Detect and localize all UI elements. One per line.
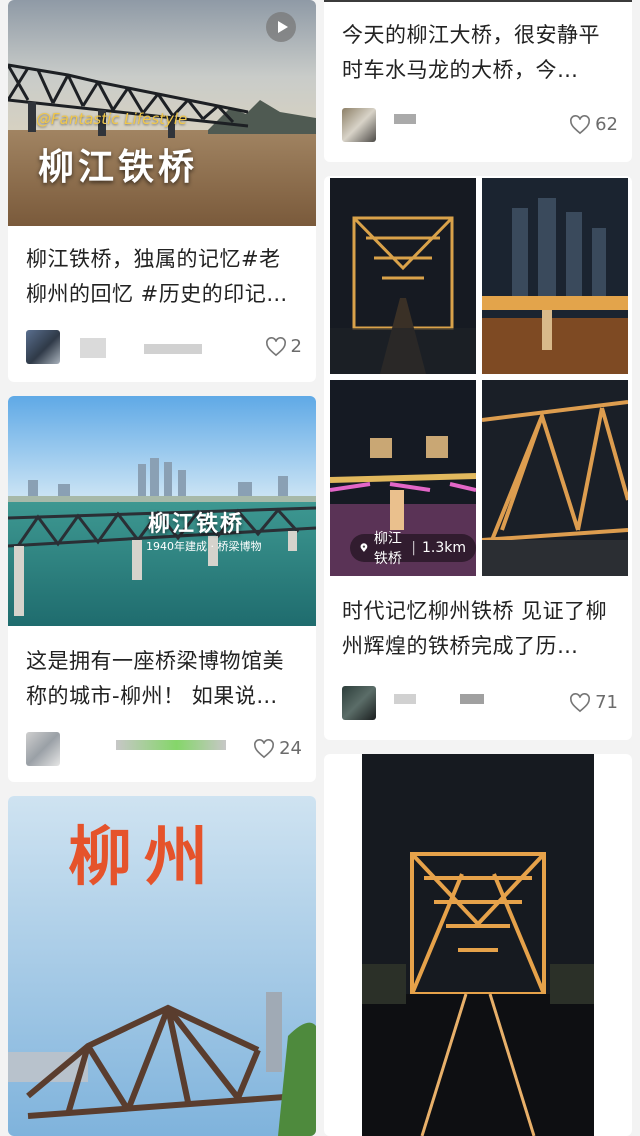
heart-icon[interactable] <box>253 738 275 759</box>
card-6-cover-image[interactable] <box>362 754 594 1136</box>
heart-icon[interactable] <box>265 336 287 357</box>
card-4-meta: 71 <box>342 686 618 726</box>
card-5-cover-image[interactable]: 柳州 <box>8 796 316 1136</box>
feed-card-6[interactable] <box>324 754 632 1136</box>
collage-photo-4[interactable] <box>482 380 628 576</box>
card-1-title[interactable]: 柳江铁桥，独属的记忆#老柳州的回忆 #历史的印记… <box>26 242 302 312</box>
like-count: 24 <box>279 738 302 759</box>
like-counter[interactable]: 2 <box>265 336 302 357</box>
author-name-blurred-2 <box>460 694 484 704</box>
location-name: 柳江铁桥 <box>373 531 402 567</box>
card-4-title[interactable]: 时代记忆柳州铁桥 见证了柳州辉煌的铁桥完成了历… <box>342 594 618 664</box>
cover-overlay-title: 柳江铁桥 <box>38 146 199 188</box>
feed-card-5[interactable]: 柳州 <box>8 796 316 1136</box>
card-2-image-edge <box>324 0 632 2</box>
heart-icon[interactable] <box>569 692 591 713</box>
card-3-cover-image[interactable]: 柳江铁桥 1940年建成 · 桥梁博物 <box>8 396 316 626</box>
location-tag[interactable]: 柳江铁桥 | 1.3km <box>350 531 476 567</box>
card-3-meta: 24 <box>26 732 302 772</box>
city-name-overlay: 柳州 <box>68 820 220 895</box>
author-name-blurred-2 <box>144 344 202 354</box>
author-avatar[interactable] <box>26 330 60 364</box>
like-counter[interactable]: 62 <box>569 114 618 135</box>
card-2-meta: 62 <box>342 108 618 148</box>
feed-card-2[interactable]: 今天的柳江大桥，很安静平时车水马龙的大桥，今… 62 <box>324 0 632 162</box>
feed-card-3[interactable]: 柳江铁桥 1940年建成 · 桥梁博物 这是拥有一座桥梁博物馆美称的城市-柳州！… <box>8 396 316 782</box>
like-count: 62 <box>595 114 618 135</box>
like-count: 2 <box>290 336 302 357</box>
night-bridge-photo <box>362 754 594 1136</box>
location-pin-icon <box>360 543 368 552</box>
author-name-blurred <box>394 694 416 704</box>
collage-photo-2[interactable] <box>482 178 628 374</box>
card-1-meta: 2 <box>26 330 302 370</box>
location-distance: 1.3km <box>421 540 466 556</box>
card-3-title[interactable]: 这是拥有一座桥梁博物馆美称的城市-柳州！ 如果说… <box>26 644 302 714</box>
feed-card-1[interactable]: @Fantastic Lifestyle 柳江铁桥 柳江铁桥，独属的记忆#老柳州… <box>8 0 316 382</box>
play-icon[interactable] <box>266 12 296 42</box>
author-name-blurred <box>116 740 226 750</box>
watermark-text: @Fantastic Lifestyle <box>36 110 188 128</box>
cover-overlay-subtitle: 1940年建成 · 桥梁博物 <box>146 540 262 553</box>
feed-card-4[interactable]: 柳江铁桥 | 1.3km 时代记忆柳州铁桥 见证了柳州辉煌的铁桥完成了历… 71 <box>324 176 632 740</box>
cover-overlay-title: 柳江铁桥 <box>148 511 245 537</box>
heart-icon[interactable] <box>569 114 591 135</box>
like-counter[interactable]: 71 <box>569 692 618 713</box>
card-2-title[interactable]: 今天的柳江大桥，很安静平时车水马龙的大桥，今… <box>342 18 618 88</box>
collage-photo-1[interactable] <box>330 178 476 374</box>
author-avatar[interactable] <box>342 108 376 142</box>
card-1-cover-image[interactable]: @Fantastic Lifestyle 柳江铁桥 <box>8 0 316 226</box>
like-count: 71 <box>595 692 618 713</box>
location-separator: | <box>411 540 416 556</box>
author-avatar[interactable] <box>26 732 60 766</box>
like-counter[interactable]: 24 <box>253 738 302 759</box>
author-name-blurred <box>80 338 106 358</box>
author-name-blurred <box>394 114 416 124</box>
collage-photo-3[interactable]: 柳江铁桥 | 1.3km <box>330 380 476 576</box>
author-avatar[interactable] <box>342 686 376 720</box>
